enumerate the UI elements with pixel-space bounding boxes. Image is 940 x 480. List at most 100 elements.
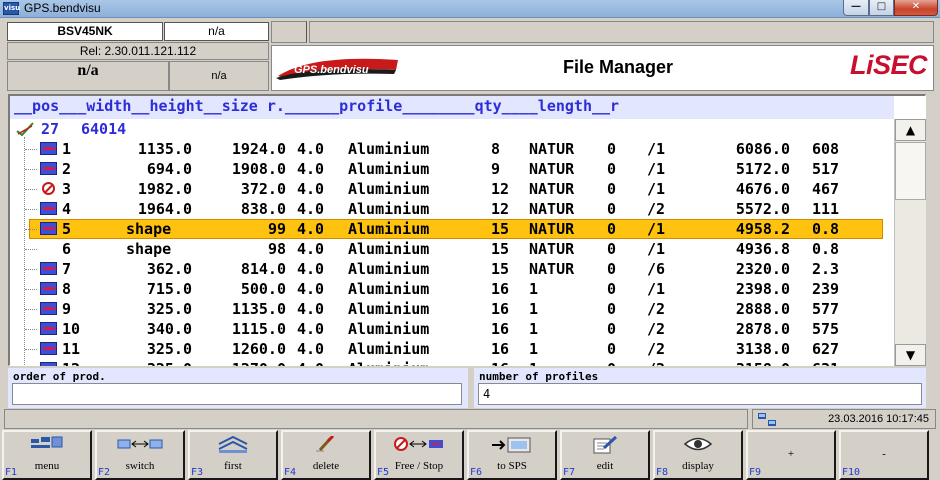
vertical-scrollbar[interactable]: ▲ ▼ — [894, 119, 926, 366]
cell-prof: 16 — [491, 359, 509, 366]
cell-prof: 16 — [491, 300, 510, 318]
maximize-button[interactable]: □ — [869, 0, 894, 16]
cell-mat: Aluminium — [348, 240, 430, 258]
fkey-f10-button[interactable]: - F10 — [839, 430, 929, 480]
fkey-f8-button[interactable]: display F8 — [653, 430, 743, 480]
fkey-number: F2 — [98, 467, 111, 478]
list-row[interactable]: 5 shape 99 4.0 Aluminium 15 NATUR 0/1 4958.2 0.8 — [10, 219, 894, 239]
cell-pos: 11 — [62, 340, 81, 358]
cell-r: 0 — [607, 140, 617, 158]
fkey-f6-button[interactable]: to SPS F6 — [467, 430, 557, 480]
file-list-body[interactable]: 27 64014 1 1135.0 1924.0 4.0 Aluminium 8 NATUR… — [10, 119, 894, 366]
list-row[interactable]: 3 1982.0 372.0 4.0 Aluminium 12 NATUR 0/1 4676.0… — [10, 179, 894, 199]
scroll-down-button[interactable]: ▼ — [895, 344, 926, 366]
cell-c2: 500.0 — [240, 280, 286, 298]
function-keys: menu F1 switch F2 first F3 delete F4 Free / Stop… — [2, 430, 940, 480]
fkey-label: - — [882, 448, 886, 460]
fkey-number: F9 — [749, 467, 762, 478]
list-row[interactable]: 10 340.0 1115.0 4.0 Aluminium 16 1 0/2 2878.0 575 — [10, 319, 894, 339]
cell-mat: Aluminium — [348, 220, 430, 238]
arrow-icon — [40, 342, 57, 355]
list-row[interactable]: 7 362.0 814.0 4.0 Aluminium 15 NATUR 0/6 2320.0 2… — [10, 259, 894, 279]
tree-branch — [25, 149, 37, 150]
close-button[interactable]: ✕ — [894, 0, 938, 16]
list-row[interactable]: 4 1964.0 838.0 4.0 Aluminium 12 NATUR 0/2 5572.0… — [10, 199, 894, 219]
cell-r2: 111 — [812, 200, 840, 218]
fkey-number: F5 — [377, 467, 390, 478]
app-icon[interactable]: visu — [3, 2, 20, 15]
cell-prof-name: 1 — [529, 320, 539, 338]
order-of-production-field[interactable] — [12, 383, 462, 405]
cell-mat: Aluminium — [348, 260, 430, 278]
info-area: order of prod. number of profiles 4 — [8, 368, 926, 408]
cell-pos: 5 — [62, 220, 72, 238]
list-row[interactable]: 9 325.0 1135.0 4.0 Aluminium 16 1 0/2 2888.0 577 — [10, 299, 894, 319]
cell-length: 2320.0 — [735, 260, 790, 278]
list-row[interactable]: 8 715.0 500.0 4.0 Aluminium 16 1 0/1 2398.0 239 — [10, 279, 894, 299]
cell-pos: 8 — [62, 280, 72, 298]
fkey-f5-button[interactable]: Free / Stop F5 — [374, 430, 464, 480]
list-row[interactable]: 11 325.0 1260.0 4.0 Aluminium 16 1 0/2 3138.0 627 — [10, 339, 894, 359]
cell-prof: 16 — [491, 340, 510, 358]
tree-branch — [25, 349, 37, 350]
fkey-f4-button[interactable]: delete F4 — [281, 430, 371, 480]
cell-r: 0 — [607, 220, 617, 238]
cell-c1: 1982.0 — [137, 180, 192, 198]
first-icon — [190, 435, 276, 456]
fkey-f9-button[interactable]: + F9 — [746, 430, 836, 480]
cell-prof-name: 1 — [529, 340, 539, 358]
list-row[interactable]: 2 694.0 1908.0 4.0 Aluminium 9 NATUR 0/1 5172.0 5… — [10, 159, 894, 179]
scroll-thumb[interactable] — [895, 142, 926, 200]
cell-qty: /1 — [647, 140, 666, 158]
fkey-f3-button[interactable]: first F3 — [188, 430, 278, 480]
cell-c2: 99 — [267, 220, 286, 238]
cell-size: 4.0 — [297, 140, 325, 158]
cell-length: 4958.2 — [735, 220, 790, 238]
cell-pos: 7 — [62, 260, 72, 278]
fkey-f1-button[interactable]: menu F1 — [2, 430, 92, 480]
cell-prof-name: 1 — [529, 300, 539, 318]
machine-name: BSV45NK — [7, 22, 163, 41]
list-row[interactable]: 1 1135.0 1924.0 4.0 Aluminium 8 NATUR 0/1 6086.0… — [10, 139, 894, 159]
lisec-logo: LiSEC — [849, 50, 928, 80]
cell-prof: 16 — [491, 320, 510, 338]
fkey-number: F7 — [563, 467, 576, 478]
column-header: __pos___width__height__size r.______prof… — [10, 96, 894, 119]
cell-length: 6086.0 — [735, 140, 790, 158]
cell-mat: Aluminium — [348, 140, 430, 158]
cell-qty: /2 — [647, 200, 666, 218]
cell-c2: 1270.0 — [202, 359, 286, 366]
minimize-button[interactable]: — — [843, 0, 869, 16]
cell-length: 4676.0 — [735, 180, 790, 198]
cell-prof: 15 — [491, 220, 510, 238]
switch-icon — [97, 436, 183, 456]
number-of-profiles-field[interactable]: 4 — [478, 383, 922, 405]
cell-c2: 1908.0 — [231, 160, 286, 178]
delete-icon — [283, 434, 369, 456]
fkey-label: + — [787, 448, 795, 460]
cell-mat: Aluminium — [348, 160, 430, 178]
cell-pos: 2 — [62, 160, 72, 178]
cell-r: 0 — [607, 280, 617, 298]
fkey-f2-button[interactable]: switch F2 — [95, 430, 185, 480]
cell-prof: 12 — [491, 200, 510, 218]
scroll-up-button[interactable]: ▲ — [895, 119, 926, 141]
cell-size: 4.0 — [297, 359, 324, 366]
group-id: 27 — [41, 120, 60, 138]
list-row[interactable]: 6 shape 98 4.0 Aluminium 15 NATUR 0/1 4936.8 0.8 — [10, 239, 894, 259]
cell-pos: 4 — [62, 200, 72, 218]
user-status: n/a — [169, 61, 269, 91]
cell-mat: Aluminium — [348, 200, 430, 218]
order-of-production-panel: order of prod. — [8, 368, 468, 408]
cell-qty: /1 — [647, 160, 666, 178]
cell-c2: 1135.0 — [231, 300, 286, 318]
fkey-f7-button[interactable]: edit F7 — [560, 430, 650, 480]
status-clock: 23.03.2016 10:17:45 — [752, 409, 936, 429]
number-of-profiles-label: number of profiles — [479, 370, 599, 383]
group-row[interactable]: 27 64014 — [10, 119, 894, 139]
number-of-profiles-panel: number of profiles 4 — [474, 368, 926, 408]
list-row[interactable]: 12 325.0 1270.0 4.0 Aluminium 16 1 0/2 3158.0 631 — [10, 359, 894, 366]
arrow-icon — [40, 202, 57, 215]
eye-icon — [655, 436, 741, 456]
cell-pos: 3 — [62, 180, 72, 198]
